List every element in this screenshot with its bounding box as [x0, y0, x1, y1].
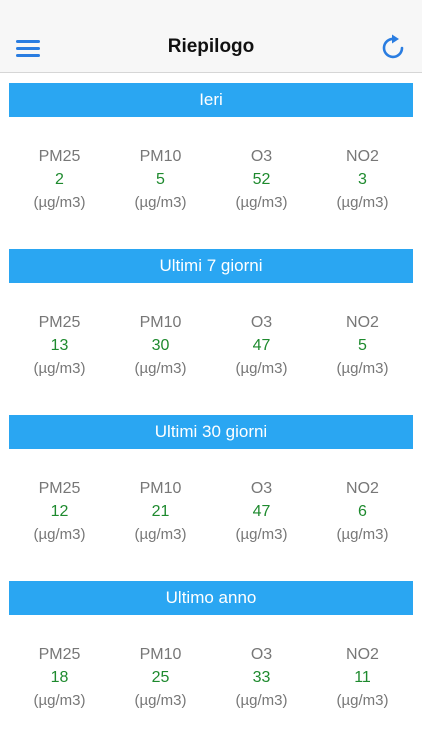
metric-unit: (µg/m3) [235, 526, 288, 543]
metric-label: PM25 [38, 148, 81, 165]
metric-label: PM10 [139, 314, 182, 331]
metric-pm10: PM10 5 (µg/m3) [110, 145, 211, 225]
metric-label: O3 [250, 148, 273, 165]
summary-section-last-30-days: Ultimi 30 giorni PM25 12 (µg/m3) PM10 21… [0, 415, 422, 581]
metrics-row: PM25 2 (µg/m3) PM10 5 (µg/m3) O3 52 (µg/… [9, 145, 413, 225]
metric-pm25: PM25 2 (µg/m3) [9, 145, 110, 225]
metric-value: 5 [358, 337, 367, 354]
metrics-row: PM25 18 (µg/m3) PM10 25 (µg/m3) O3 33 (µ… [9, 643, 413, 723]
page-title: Riepilogo [167, 36, 255, 57]
metric-value: 11 [354, 669, 371, 686]
metric-unit: (µg/m3) [33, 194, 86, 211]
navigation-bar: Riepilogo [0, 0, 422, 73]
metric-label: NO2 [346, 148, 379, 165]
metric-label: O3 [250, 314, 273, 331]
metric-unit: (µg/m3) [134, 194, 187, 211]
metric-unit: (µg/m3) [33, 526, 86, 543]
section-header: Ultimi 30 giorni [9, 415, 413, 449]
metric-value: 13 [50, 337, 69, 354]
metric-value: 3 [358, 171, 367, 188]
metric-value: 25 [151, 669, 170, 686]
metric-unit: (µg/m3) [235, 194, 288, 211]
refresh-icon [382, 34, 404, 59]
metric-o3: O3 47 (µg/m3) [211, 311, 312, 391]
metric-pm10: PM10 21 (µg/m3) [110, 477, 211, 557]
metric-pm25: PM25 13 (µg/m3) [9, 311, 110, 391]
metric-pm10: PM10 30 (µg/m3) [110, 311, 211, 391]
metric-label: PM10 [139, 480, 182, 497]
refresh-button[interactable] [380, 33, 408, 61]
metric-o3: O3 33 (µg/m3) [211, 643, 312, 723]
metric-value: 52 [252, 171, 271, 188]
metric-label: PM10 [139, 148, 182, 165]
metric-pm25: PM25 12 (µg/m3) [9, 477, 110, 557]
metric-value: 18 [50, 669, 69, 686]
metric-unit: (µg/m3) [336, 360, 389, 377]
metric-label: O3 [250, 646, 273, 663]
metric-no2: NO2 5 (µg/m3) [312, 311, 413, 391]
metric-value: 21 [151, 503, 170, 520]
metric-unit: (µg/m3) [134, 692, 187, 709]
metrics-row: PM25 13 (µg/m3) PM10 30 (µg/m3) O3 47 (µ… [9, 311, 413, 391]
metric-unit: (µg/m3) [134, 360, 187, 377]
metric-o3: O3 52 (µg/m3) [211, 145, 312, 225]
metric-label: PM25 [38, 480, 81, 497]
metric-value: 33 [252, 669, 271, 686]
metric-unit: (µg/m3) [336, 692, 389, 709]
metric-value: 30 [151, 337, 170, 354]
metric-label: NO2 [346, 646, 379, 663]
section-header: Ultimo anno [9, 581, 413, 615]
metrics-row: PM25 12 (µg/m3) PM10 21 (µg/m3) O3 47 (µ… [9, 477, 413, 557]
metric-pm10: PM10 25 (µg/m3) [110, 643, 211, 723]
metric-value: 2 [55, 171, 64, 188]
metric-unit: (µg/m3) [235, 692, 288, 709]
summary-section-last-year: Ultimo anno PM25 18 (µg/m3) PM10 25 (µg/… [0, 581, 422, 747]
metric-unit: (µg/m3) [33, 360, 86, 377]
metric-unit: (µg/m3) [336, 194, 389, 211]
metric-no2: NO2 6 (µg/m3) [312, 477, 413, 557]
metric-unit: (µg/m3) [235, 360, 288, 377]
metric-value: 6 [358, 503, 367, 520]
metric-pm25: PM25 18 (µg/m3) [9, 643, 110, 723]
metric-value: 5 [156, 171, 165, 188]
metric-value: 47 [252, 337, 271, 354]
metric-label: NO2 [346, 314, 379, 331]
section-header: Ultimi 7 giorni [9, 249, 413, 283]
metric-unit: (µg/m3) [134, 526, 187, 543]
metric-label: O3 [250, 480, 273, 497]
metric-no2: NO2 3 (µg/m3) [312, 145, 413, 225]
metric-unit: (µg/m3) [336, 526, 389, 543]
section-header: Ieri [9, 83, 413, 117]
summary-section-yesterday: Ieri PM25 2 (µg/m3) PM10 5 (µg/m3) O3 52… [0, 83, 422, 249]
summary-section-last-7-days: Ultimi 7 giorni PM25 13 (µg/m3) PM10 30 … [0, 249, 422, 415]
metric-label: PM25 [38, 646, 81, 663]
metric-label: NO2 [346, 480, 379, 497]
metric-unit: (µg/m3) [33, 692, 86, 709]
metric-o3: O3 47 (µg/m3) [211, 477, 312, 557]
metric-no2: NO2 11 (µg/m3) [312, 643, 413, 723]
metric-label: PM10 [139, 646, 182, 663]
metric-value: 12 [50, 503, 69, 520]
metric-value: 47 [252, 503, 271, 520]
metric-label: PM25 [38, 314, 81, 331]
